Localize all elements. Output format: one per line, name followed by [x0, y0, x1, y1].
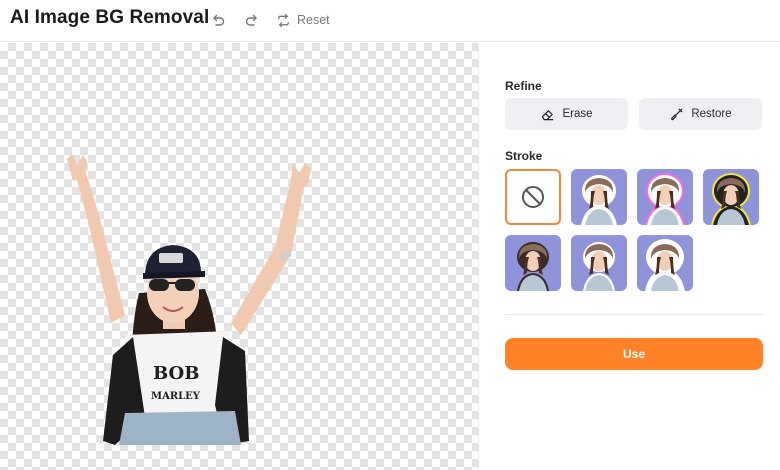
- stroke-none-option[interactable]: [505, 169, 561, 225]
- cutout-subject-image: BOB MARLEY: [67, 155, 311, 445]
- undo-icon: [213, 14, 225, 26]
- app-header: AI Image BG Removal Reset: [0, 0, 780, 42]
- stroke-white-bold-option[interactable]: [637, 235, 693, 291]
- reset-icon: [278, 13, 289, 27]
- image-canvas[interactable]: BOB MARLEY: [0, 43, 478, 470]
- reset-button[interactable]: Reset: [276, 10, 330, 30]
- stroke-pink-option[interactable]: [637, 169, 693, 225]
- refine-heading: Refine: [505, 79, 542, 93]
- restore-label: Restore: [691, 108, 732, 120]
- redo-button[interactable]: [242, 10, 262, 30]
- svg-text:MARLEY: MARLEY: [151, 391, 201, 402]
- stroke-heading: Stroke: [505, 149, 543, 163]
- portrait-thin-white-stroke-thumbnail: [583, 242, 615, 291]
- stroke-white-option[interactable]: [571, 169, 627, 225]
- stroke-thin-white-option[interactable]: [571, 235, 627, 291]
- erase-label: Erase: [562, 108, 593, 120]
- eraser-icon: [542, 109, 554, 120]
- erase-button[interactable]: Erase: [505, 98, 628, 130]
- portrait-thin-dark-stroke-thumbnail: [517, 242, 549, 291]
- reset-label: Reset: [297, 13, 330, 27]
- options-panel: Refine Erase Restore Stroke Use: [478, 43, 780, 470]
- portrait-white-bold-stroke-thumbnail: [645, 239, 685, 291]
- no-stroke-icon: [522, 186, 544, 208]
- portrait-yellow-stroke-thumbnail: [711, 173, 751, 225]
- restore-button[interactable]: Restore: [639, 98, 762, 130]
- app-title: AI Image BG Removal: [10, 7, 210, 28]
- portrait-white-stroke-thumbnail: [581, 175, 617, 225]
- redo-icon: [245, 14, 257, 26]
- panel-divider: [505, 314, 763, 315]
- use-button[interactable]: Use: [505, 338, 763, 370]
- stroke-thin-dark-option[interactable]: [505, 235, 561, 291]
- undo-button[interactable]: [208, 10, 228, 30]
- portrait-pink-stroke-thumbnail: [645, 173, 685, 225]
- stroke-yellow-option[interactable]: [703, 169, 759, 225]
- brush-icon: [671, 108, 683, 120]
- svg-text:BOB: BOB: [153, 363, 199, 384]
